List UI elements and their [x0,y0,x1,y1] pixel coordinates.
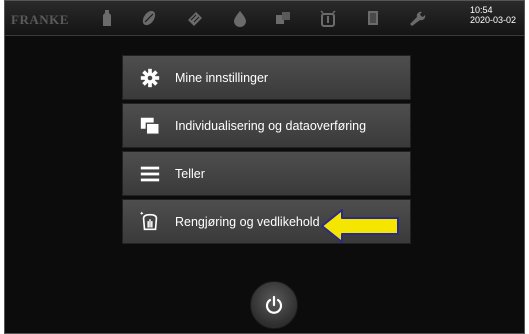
highlight-arrow-icon [321,209,399,243]
menu-item-label: Teller [175,167,205,181]
clock: 10:54 2020-03-02 [470,5,516,25]
menu-item-label: Rengjøring og vedlikehold [175,215,320,229]
menu-item-counter[interactable]: Teller [122,151,411,196]
franke-logo: FRANKE [11,12,69,27]
menu-item-my-settings[interactable]: Mine innstillinger [122,55,411,100]
drop-icon[interactable] [230,8,250,28]
gear-icon [139,67,163,89]
bean-icon[interactable] [139,8,159,28]
top-bar: FRANKE 10:54 2020-03-02 [5,1,524,36]
power-button[interactable] [250,281,298,329]
cleaning-icon [139,211,163,233]
power-icon [265,295,283,314]
date: 2020-03-02 [469,15,516,25]
menu-item-individualization[interactable]: Individualisering og dataoverføring [122,103,411,148]
wrench-icon[interactable] [406,8,426,28]
cups-icon[interactable] [273,8,293,28]
transfer-icon [139,115,163,137]
device-screen: FRANKE 10:54 2020-03-02 Mine innstilling… [4,0,525,334]
hamburger-icon [139,163,163,185]
box-icon[interactable] [363,8,383,28]
menu-item-label: Mine innstillinger [175,71,269,85]
time: 10:54 [469,5,493,15]
milk-carton-icon[interactable] [185,8,205,28]
touch-icon[interactable] [318,8,338,28]
bottle-icon[interactable] [97,8,117,28]
menu-item-label: Individualisering og dataoverføring [175,119,367,133]
